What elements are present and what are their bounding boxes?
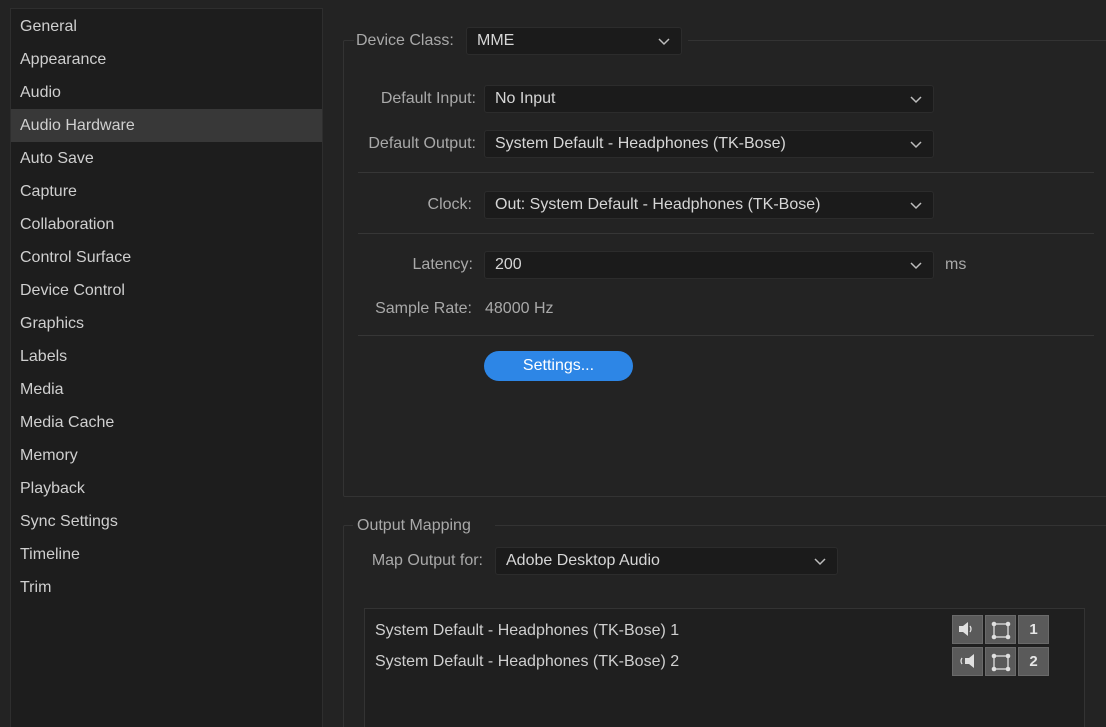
- chevron-down-icon: [910, 96, 922, 104]
- latency-label: Latency:: [412, 256, 473, 273]
- map-output-for-dropdown[interactable]: Adobe Desktop Audio: [495, 547, 838, 575]
- default-input-dropdown[interactable]: No Input: [484, 85, 934, 113]
- latency-value: 200: [495, 256, 522, 273]
- sidebar-item-device-control[interactable]: Device Control: [11, 274, 322, 307]
- latency-dropdown[interactable]: 200: [484, 251, 934, 279]
- chevron-down-icon: [814, 558, 826, 566]
- preferences-window: General Appearance Audio Audio Hardware …: [0, 0, 1106, 727]
- sidebar-item-control-surface[interactable]: Control Surface: [11, 241, 322, 274]
- output-mapping-list: System Default - Headphones (TK-Bose) 1 …: [364, 608, 1085, 727]
- speaker-layout-icon[interactable]: [985, 647, 1016, 676]
- sidebar-item-collaboration[interactable]: Collaboration: [11, 208, 322, 241]
- sidebar-item-graphics[interactable]: Graphics: [11, 307, 322, 340]
- divider: [358, 172, 1094, 173]
- sidebar-item-media[interactable]: Media: [11, 373, 322, 406]
- sidebar-item-playback[interactable]: Playback: [11, 472, 322, 505]
- settings-button[interactable]: Settings...: [484, 351, 633, 381]
- speaker-layout-icon[interactable]: [985, 615, 1016, 644]
- clock-dropdown[interactable]: Out: System Default - Headphones (TK-Bos…: [484, 191, 934, 219]
- channel-2-button[interactable]: 2: [1018, 647, 1049, 676]
- right-speaker-icon[interactable]: [952, 647, 983, 676]
- sample-rate-value: 48000 Hz: [485, 300, 554, 317]
- sidebar-item-audio[interactable]: Audio: [11, 76, 322, 109]
- chevron-down-icon: [658, 38, 670, 46]
- device-class-label: Device Class:: [356, 32, 454, 49]
- divider: [358, 233, 1094, 234]
- sidebar-item-capture[interactable]: Capture: [11, 175, 322, 208]
- preferences-sidebar: General Appearance Audio Audio Hardware …: [10, 8, 323, 727]
- sample-rate-label: Sample Rate:: [375, 300, 472, 317]
- sidebar-item-media-cache[interactable]: Media Cache: [11, 406, 322, 439]
- default-output-value: System Default - Headphones (TK-Bose): [495, 135, 786, 152]
- channel-1-button[interactable]: 1: [1018, 615, 1049, 644]
- sidebar-item-general[interactable]: General: [11, 10, 322, 43]
- sidebar-item-trim[interactable]: Trim: [11, 571, 322, 604]
- default-output-label: Default Output:: [368, 135, 476, 152]
- latency-unit: ms: [945, 256, 967, 273]
- device-class-dropdown[interactable]: MME: [466, 27, 682, 55]
- clock-value: Out: System Default - Headphones (TK-Bos…: [495, 196, 821, 213]
- map-output-for-label: Map Output for:: [371, 552, 483, 569]
- sidebar-item-appearance[interactable]: Appearance: [11, 43, 322, 76]
- sidebar-item-auto-save[interactable]: Auto Save: [11, 142, 322, 175]
- default-input-label: Default Input:: [380, 90, 476, 107]
- sidebar-item-audio-hardware[interactable]: Audio Hardware: [11, 109, 322, 142]
- clock-label: Clock:: [427, 196, 472, 213]
- map-output-for-value: Adobe Desktop Audio: [506, 552, 660, 569]
- chevron-down-icon: [910, 202, 922, 210]
- output-channel-row-1: System Default - Headphones (TK-Bose) 1: [375, 622, 680, 639]
- output-mapping-legend: Output Mapping: [353, 516, 495, 538]
- default-input-value: No Input: [495, 90, 556, 107]
- output-channel-row-2: System Default - Headphones (TK-Bose) 2: [375, 653, 680, 670]
- sidebar-item-timeline[interactable]: Timeline: [11, 538, 322, 571]
- device-class-value: MME: [477, 32, 515, 49]
- left-speaker-icon[interactable]: [952, 615, 983, 644]
- default-output-dropdown[interactable]: System Default - Headphones (TK-Bose): [484, 130, 934, 158]
- output-mapping-title: Output Mapping: [357, 517, 471, 534]
- sidebar-item-labels[interactable]: Labels: [11, 340, 322, 373]
- sidebar-item-sync-settings[interactable]: Sync Settings: [11, 505, 322, 538]
- sidebar-item-memory[interactable]: Memory: [11, 439, 322, 472]
- chevron-down-icon: [910, 141, 922, 149]
- chevron-down-icon: [910, 262, 922, 270]
- divider: [358, 335, 1094, 336]
